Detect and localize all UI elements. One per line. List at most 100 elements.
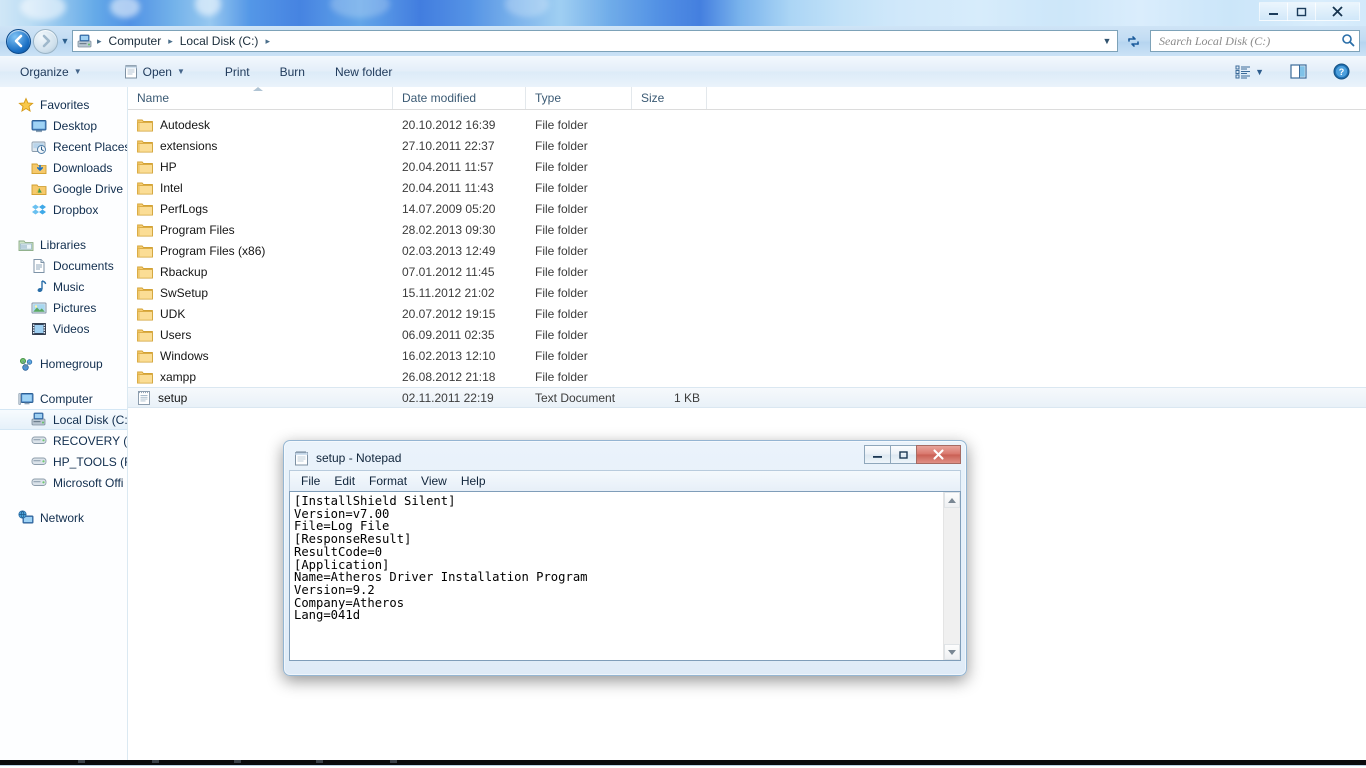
notepad-content[interactable]: [InstallShield Silent] Version=v7.00 Fil… (290, 492, 943, 660)
refresh-icon[interactable] (1122, 30, 1144, 52)
sidebar-group-libraries[interactable]: Libraries (0, 234, 127, 255)
menu-format[interactable]: Format (362, 472, 414, 490)
search-input[interactable]: Search Local Disk (C:) (1150, 30, 1360, 52)
open-button[interactable]: Open ▼ (114, 60, 195, 83)
file-name-cell[interactable]: Program Files (128, 223, 393, 237)
sidebar-group-favorites[interactable]: Favorites (0, 94, 127, 115)
file-name-label: UDK (160, 306, 186, 321)
organize-label: Organize (20, 64, 69, 79)
sidebar-item-documents[interactable]: Documents (0, 255, 127, 276)
sidebar-item-downloads[interactable]: Downloads (0, 157, 127, 178)
column-header-date-modified[interactable]: Date modified (393, 87, 526, 109)
file-name-cell[interactable]: PerfLogs (128, 202, 393, 216)
file-name-cell[interactable]: Autodesk (128, 118, 393, 132)
table-row[interactable]: SwSetup 15.11.2012 21:02 File folder (128, 282, 1366, 303)
table-row[interactable]: PerfLogs 14.07.2009 05:20 File folder (128, 198, 1366, 219)
table-row[interactable]: xampp 26.08.2012 21:18 File folder (128, 366, 1366, 387)
table-row[interactable]: Rbackup 07.01.2012 11:45 File folder (128, 261, 1366, 282)
table-row[interactable]: Windows 16.02.2013 12:10 File folder (128, 345, 1366, 366)
table-row[interactable]: Program Files (x86) 02.03.2013 12:49 File … (128, 240, 1366, 261)
notepad-window[interactable]: setup - Notepad File Edit Format View He… (283, 440, 967, 676)
back-button[interactable] (6, 28, 31, 54)
sidebar-item-dropbox[interactable]: Dropbox (0, 199, 127, 220)
table-row[interactable]: UDK 20.07.2012 19:15 File folder (128, 303, 1366, 324)
menu-help[interactable]: Help (454, 472, 493, 490)
menu-edit[interactable]: Edit (327, 472, 362, 490)
forward-button[interactable] (33, 28, 58, 54)
help-icon[interactable]: ? (1327, 60, 1356, 83)
file-name-label: Program Files (x86) (160, 243, 266, 258)
preview-pane-icon[interactable] (1284, 61, 1313, 82)
sidebar-item-videos[interactable]: Videos (0, 318, 127, 339)
file-name-cell[interactable]: Program Files (x86) (128, 244, 393, 258)
close-icon[interactable] (1315, 2, 1360, 21)
file-name-cell[interactable]: setup (128, 390, 393, 406)
notepad-titlebar[interactable]: setup - Notepad (289, 445, 961, 470)
file-name-cell[interactable]: extensions (128, 139, 393, 153)
scroll-down-arrow-icon[interactable] (944, 644, 960, 660)
new-folder-button[interactable]: New folder (325, 61, 402, 83)
table-row[interactable]: Users 06.09.2011 02:35 File folder (128, 324, 1366, 345)
breadcrumb-item-computer[interactable]: Computer (104, 32, 167, 50)
sidebar-item-recovery-d[interactable]: RECOVERY (D: (0, 430, 127, 451)
close-icon[interactable] (916, 445, 961, 464)
table-row[interactable]: Autodesk 20.10.2012 16:39 File folder (128, 114, 1366, 135)
breadcrumb-bar[interactable]: ▸ Computer ▸ Local Disk (C:) ▸ ▼ (72, 30, 1118, 52)
column-label: Size (641, 91, 665, 105)
taskbar-button[interactable] (390, 760, 397, 763)
scroll-up-arrow-icon[interactable] (944, 492, 960, 508)
sidebar-item-microsoft-office[interactable]: Microsoft Offi (0, 472, 127, 493)
sidebar-group-computer[interactable]: Computer (0, 388, 127, 409)
table-row[interactable]: Program Files 28.02.2013 09:30 File folder (128, 219, 1366, 240)
minimize-icon[interactable] (1259, 2, 1288, 21)
table-row[interactable]: extensions 27.10.2011 22:37 File folder (128, 135, 1366, 156)
sidebar-item-hp-tools-f[interactable]: HP_TOOLS (F: (0, 451, 127, 472)
print-button[interactable]: Print (215, 61, 260, 83)
sidebar-item-desktop[interactable]: Desktop (0, 115, 127, 136)
maximize-icon[interactable] (1287, 2, 1316, 21)
navigation-pane[interactable]: Favorites Desktop Recent Places Download… (0, 87, 128, 765)
minimize-icon[interactable] (864, 445, 891, 464)
file-name-cell[interactable]: Rbackup (128, 265, 393, 279)
sidebar-item-google-drive[interactable]: Google Drive (0, 178, 127, 199)
file-name-cell[interactable]: HP (128, 160, 393, 174)
chevron-down-icon[interactable]: ▼ (1255, 67, 1264, 77)
sidebar-item-local-disk-c[interactable]: Local Disk (C:) (0, 409, 127, 430)
column-header: Name Date modified Type Size (128, 87, 1366, 110)
sidebar-group-network[interactable]: Network (0, 507, 127, 528)
view-list-icon[interactable]: ▼ (1229, 62, 1270, 82)
chevron-down-icon[interactable]: ▼ (1099, 31, 1115, 51)
drive-icon (31, 433, 47, 449)
table-row[interactable]: setup 02.11.2011 22:19 Text Document 1 KB (128, 387, 1366, 408)
taskbar-button[interactable] (152, 760, 159, 763)
sidebar-item-pictures[interactable]: Pictures (0, 297, 127, 318)
sidebar-group-homegroup[interactable]: Homegroup (0, 353, 127, 374)
maximize-icon[interactable] (890, 445, 917, 464)
column-header-name[interactable]: Name (128, 87, 393, 109)
table-row[interactable]: HP 20.04.2011 11:57 File folder (128, 156, 1366, 177)
table-row[interactable]: Intel 20.04.2011 11:43 File folder (128, 177, 1366, 198)
burn-button[interactable]: Burn (270, 61, 315, 83)
column-header-type[interactable]: Type (526, 87, 632, 109)
menu-file[interactable]: File (294, 472, 327, 490)
file-name-cell[interactable]: xampp (128, 370, 393, 384)
file-name-cell[interactable]: SwSetup (128, 286, 393, 300)
sidebar-item-music[interactable]: Music (0, 276, 127, 297)
column-header-size[interactable]: Size (632, 87, 707, 109)
notepad-scrollbar[interactable] (943, 492, 960, 660)
sidebar-item-recent-places[interactable]: Recent Places (0, 136, 127, 157)
taskbar-button[interactable] (78, 760, 85, 763)
breadcrumb-item-local-disk[interactable]: Local Disk (C:) (175, 32, 264, 50)
taskbar-button[interactable] (316, 760, 323, 763)
file-name-cell[interactable]: Users (128, 328, 393, 342)
file-name-cell[interactable]: Windows (128, 349, 393, 363)
menu-view[interactable]: View (414, 472, 454, 490)
taskbar-button[interactable] (234, 760, 241, 763)
taskbar[interactable] (0, 760, 1366, 765)
recent-pages-dropdown[interactable]: ▼ (58, 36, 72, 46)
file-name-cell[interactable]: UDK (128, 307, 393, 321)
organize-button[interactable]: Organize ▼ (10, 61, 92, 83)
star-icon (18, 96, 34, 113)
notepad-text-area[interactable]: [InstallShield Silent] Version=v7.00 Fil… (289, 491, 961, 661)
file-name-cell[interactable]: Intel (128, 181, 393, 195)
